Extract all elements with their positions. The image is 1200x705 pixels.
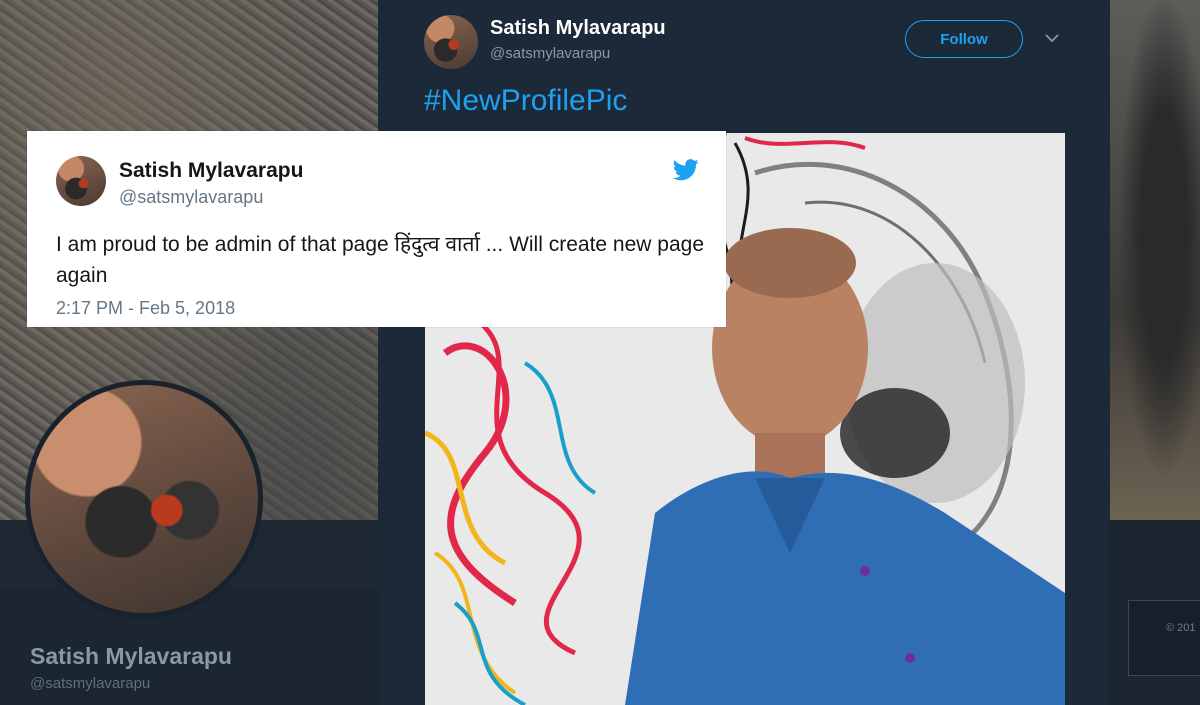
- background-banner-right: [1110, 0, 1200, 520]
- profile-name[interactable]: Satish Mylavarapu: [30, 643, 232, 670]
- author-avatar[interactable]: [424, 15, 478, 69]
- profile-handle[interactable]: @satsmylavarapu: [30, 675, 150, 692]
- tweet-timestamp[interactable]: 2:17 PM - Feb 5, 2018: [56, 298, 235, 319]
- follow-button[interactable]: Follow: [905, 20, 1023, 58]
- footer-card: [1128, 600, 1200, 676]
- chevron-down-icon[interactable]: [1044, 30, 1060, 46]
- copyright-text: © 201: [1166, 622, 1196, 634]
- card-author-handle[interactable]: @satsmylavarapu: [119, 187, 263, 208]
- card-author-avatar[interactable]: [56, 156, 106, 206]
- author-handle[interactable]: @satsmylavarapu: [490, 45, 610, 62]
- author-name[interactable]: Satish Mylavarapu: [490, 17, 666, 40]
- card-author-name[interactable]: Satish Mylavarapu: [119, 159, 303, 183]
- tweet-text: I am proud to be admin of that page हिंद…: [56, 233, 704, 287]
- profile-avatar[interactable]: [25, 380, 263, 618]
- tweet-modal: Satish Mylavarapu @satsmylavarapu Follow…: [378, 0, 1110, 705]
- hashtag-link[interactable]: #NewProfilePic: [424, 84, 627, 118]
- quoted-tweet-card[interactable]: Satish Mylavarapu @satsmylavarapu I am p…: [27, 131, 726, 327]
- twitter-bird-icon[interactable]: [673, 159, 699, 181]
